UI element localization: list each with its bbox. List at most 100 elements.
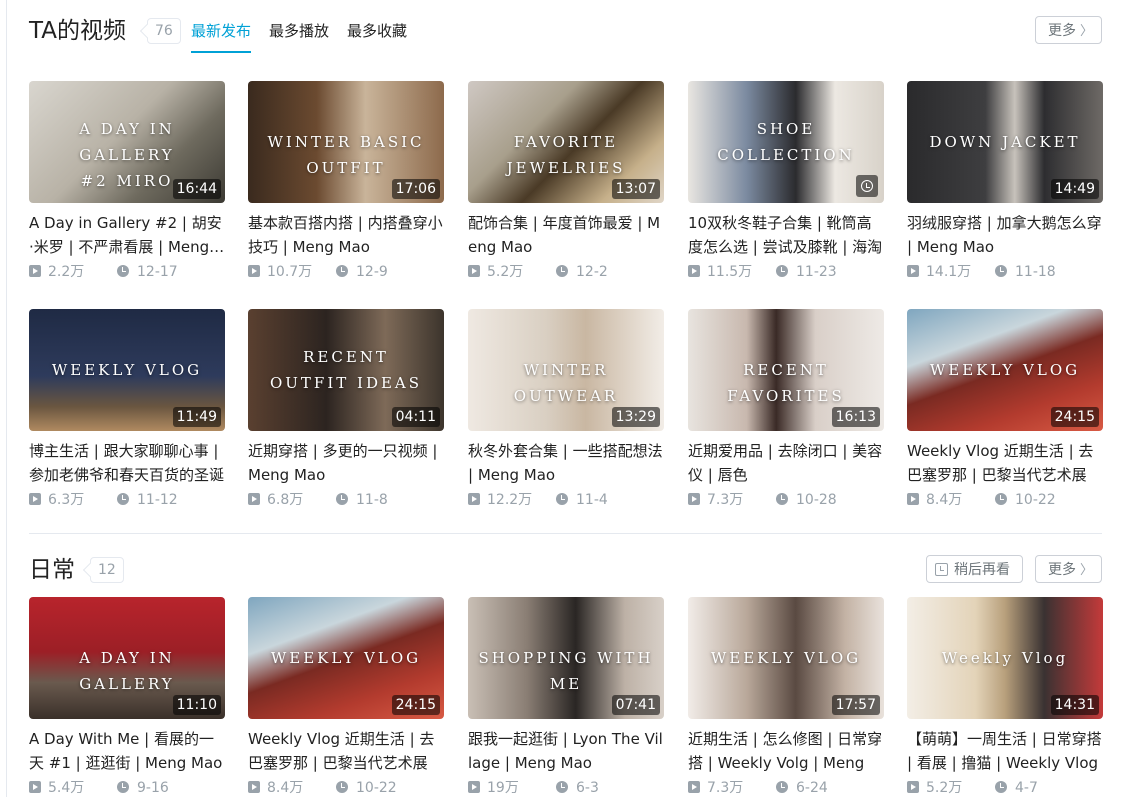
video-thumbnail[interactable]: FAVORITE JEWELRIES 13:07 (468, 81, 664, 203)
video-title[interactable]: 近期爱用品 | 去除闭口 | 美容仪 | 唇色 (688, 439, 884, 487)
video-title[interactable]: 【萌萌】一周生活 | 日常穿搭 | 看展 | 撸猫 | Weekly Vlog (907, 727, 1103, 775)
publish-date: 11-4 (556, 490, 608, 510)
video-meta: 5.4万 9-16 (29, 778, 225, 798)
video-title[interactable]: 博主生活 | 跟大家聊聊心事 | 参加老佛爷和春天百货的圣诞 (29, 439, 225, 487)
more-button[interactable]: 更多〉 (1035, 555, 1102, 583)
video-title[interactable]: 秋冬外套合集 | 一些搭配想法 | Meng Mao (468, 439, 664, 487)
video-title[interactable]: Weekly Vlog 近期生活 | 去巴塞罗那 | 巴黎当代艺术展 (907, 439, 1103, 487)
publish-date: 6-3 (556, 778, 599, 798)
video-title[interactable]: A Day in Gallery #2 | 胡安·米罗 | 不严肃看展 | Me… (29, 211, 225, 259)
video-card[interactable]: WEEKLY VLOG 24:15 Weekly Vlog 近期生活 | 去巴塞… (248, 597, 444, 798)
video-title[interactable]: 跟我一起逛街 | Lyon The Village | Meng Mao (468, 727, 664, 775)
watch-later-button[interactable]: 稍后再看 (926, 555, 1023, 583)
play-count: 5.2万 (468, 262, 523, 282)
publish-date-value: 12-9 (356, 264, 388, 280)
video-thumbnail[interactable]: WINTER OUTWEAR 13:29 (468, 309, 664, 431)
more-button[interactable]: 更多〉 (1035, 16, 1102, 44)
video-title[interactable]: A Day With Me | 看展的一天 #1 | 逛逛街 | Meng Ma… (29, 727, 225, 775)
video-duration: 13:29 (611, 407, 660, 427)
video-title[interactable]: 基本款百搭内搭 | 内搭叠穿小技巧 | Meng Mao (248, 211, 444, 259)
thumbnail-overlay-title: DOWN JACKET (929, 133, 1081, 151)
video-thumbnail[interactable]: WEEKLY VLOG 11:49 (29, 309, 225, 431)
clock-icon (336, 493, 348, 505)
video-title[interactable]: Weekly Vlog 近期生活 | 去巴塞罗那 | 巴黎当代艺术展 (248, 727, 444, 775)
video-thumbnail[interactable]: A DAY IN GALLERY #2 MIRO 16:44 (29, 81, 225, 203)
watch-later-icon[interactable] (856, 175, 878, 197)
video-card[interactable]: WEEKLY VLOG 17:57 近期生活 | 怎么修图 | 日常穿搭 | W… (688, 597, 884, 798)
video-card[interactable]: WEEKLY VLOG 24:15 Weekly Vlog 近期生活 | 去巴塞… (907, 309, 1103, 510)
tab-latest[interactable]: 最新发布 (191, 16, 252, 53)
play-count-value: 19万 (487, 780, 519, 796)
clock-icon (995, 781, 1007, 793)
publish-date: 11-8 (336, 490, 388, 510)
play-icon (907, 493, 919, 505)
publish-date-value: 10-22 (356, 780, 397, 796)
daily-section-header: 日常 12 稍后再看 更多〉 (29, 555, 1102, 585)
video-card[interactable]: WEEKLY VLOG 11:49 博主生活 | 跟大家聊聊心事 | 参加老佛爷… (29, 309, 225, 510)
video-card[interactable]: DOWN JACKET 14:49 羽绒服穿搭 | 加拿大鹅怎么穿 | Meng… (907, 81, 1103, 282)
video-title[interactable]: 近期生活 | 怎么修图 | 日常穿搭 | Weekly Volg | Meng (688, 727, 884, 775)
publish-date: 12-2 (556, 262, 608, 282)
play-count: 6.8万 (248, 490, 303, 510)
video-thumbnail[interactable]: RECENT FAVORITES 16:13 (688, 309, 884, 431)
clock-icon (995, 493, 1007, 505)
video-card[interactable]: A DAY IN GALLERY #2 MIRO 16:44 A Day in … (29, 81, 225, 282)
play-count: 12.2万 (468, 490, 532, 510)
video-meta: 19万 6-3 (468, 778, 664, 798)
play-count-value: 7.3万 (707, 780, 744, 796)
video-thumbnail[interactable]: WEEKLY VLOG 24:15 (248, 597, 444, 719)
video-thumbnail[interactable]: A DAY IN GALLERY 11:10 (29, 597, 225, 719)
sort-tabs: 最新发布 最多播放 最多收藏 (191, 16, 425, 53)
video-duration: 24:15 (1050, 407, 1099, 427)
video-thumbnail[interactable]: WINTER BASIC OUTFIT 17:06 (248, 81, 444, 203)
video-thumbnail[interactable]: RECENT OUTFIT IDEAS 04:11 (248, 309, 444, 431)
daily-count-badge: 12 (90, 557, 124, 583)
play-icon (468, 265, 480, 277)
publish-date-value: 11-23 (796, 264, 837, 280)
video-card[interactable]: WINTER OUTWEAR 13:29 秋冬外套合集 | 一些搭配想法 | M… (468, 309, 664, 510)
play-count: 6.3万 (29, 490, 84, 510)
publish-date: 10-22 (995, 490, 1056, 510)
video-card[interactable]: Weekly Vlog 14:31 【萌萌】一周生活 | 日常穿搭 | 看展 |… (907, 597, 1103, 798)
video-thumbnail[interactable]: SHOPPING WITH ME 07:41 (468, 597, 664, 719)
video-title[interactable]: 羽绒服穿搭 | 加拿大鹅怎么穿 | Meng Mao (907, 211, 1103, 259)
publish-date: 10-28 (776, 490, 837, 510)
publish-date: 12-17 (117, 262, 178, 282)
play-count: 7.3万 (688, 778, 743, 798)
play-icon (688, 265, 700, 277)
video-card[interactable]: FAVORITE JEWELRIES 13:07 配饰合集 | 年度首饰最爱 |… (468, 81, 664, 282)
videos-section-header: TA的视频 76 最新发布 最多播放 最多收藏 更多〉 (29, 16, 1102, 53)
publish-date-value: 12-2 (576, 264, 608, 280)
thumbnail-overlay-title: SHOE COLLECTION (717, 120, 855, 164)
video-thumbnail[interactable]: WEEKLY VLOG 24:15 (907, 309, 1103, 431)
video-card[interactable]: RECENT FAVORITES 16:13 近期爱用品 | 去除闭口 | 美容… (688, 309, 884, 510)
publish-date-value: 11-18 (1015, 264, 1056, 280)
clock-icon (776, 781, 788, 793)
video-thumbnail[interactable]: WEEKLY VLOG 17:57 (688, 597, 884, 719)
video-thumbnail[interactable]: Weekly Vlog 14:31 (907, 597, 1103, 719)
play-count: 5.4万 (29, 778, 84, 798)
video-card[interactable]: RECENT OUTFIT IDEAS 04:11 近期穿搭 | 多更的一只视频… (248, 309, 444, 510)
video-title[interactable]: 10双秋冬鞋子合集 | 靴筒高度怎么选 | 尝试及膝靴 | 海淘 (688, 211, 884, 259)
video-title[interactable]: 近期穿搭 | 多更的一只视频 | Meng Mao (248, 439, 444, 487)
video-thumbnail[interactable]: DOWN JACKET 14:49 (907, 81, 1103, 203)
clock-icon (556, 493, 568, 505)
publish-date-value: 10-28 (796, 492, 837, 508)
section-title: 日常 (29, 557, 75, 583)
play-icon (907, 781, 919, 793)
tab-most-played[interactable]: 最多播放 (269, 16, 329, 46)
video-card[interactable]: WINTER BASIC OUTFIT 17:06 基本款百搭内搭 | 内搭叠穿… (248, 81, 444, 282)
video-card[interactable]: A DAY IN GALLERY 11:10 A Day With Me | 看… (29, 597, 225, 798)
video-thumbnail[interactable]: SHOE COLLECTION (688, 81, 884, 203)
tab-most-favorited[interactable]: 最多收藏 (347, 16, 407, 46)
video-duration: 16:13 (831, 407, 880, 427)
video-meta: 2.2万 12-17 (29, 262, 225, 282)
play-icon (468, 781, 480, 793)
video-duration: 17:06 (391, 179, 440, 199)
video-card[interactable]: SHOE COLLECTION 10双秋冬鞋子合集 | 靴筒高度怎么选 | 尝试… (688, 81, 884, 282)
video-duration: 14:31 (1050, 695, 1099, 715)
play-count-value: 7.3万 (707, 492, 744, 508)
video-title[interactable]: 配饰合集 | 年度首饰最爱 | Meng Mao (468, 211, 664, 259)
video-card[interactable]: SHOPPING WITH ME 07:41 跟我一起逛街 | Lyon The… (468, 597, 664, 798)
video-duration: 17:57 (831, 695, 880, 715)
